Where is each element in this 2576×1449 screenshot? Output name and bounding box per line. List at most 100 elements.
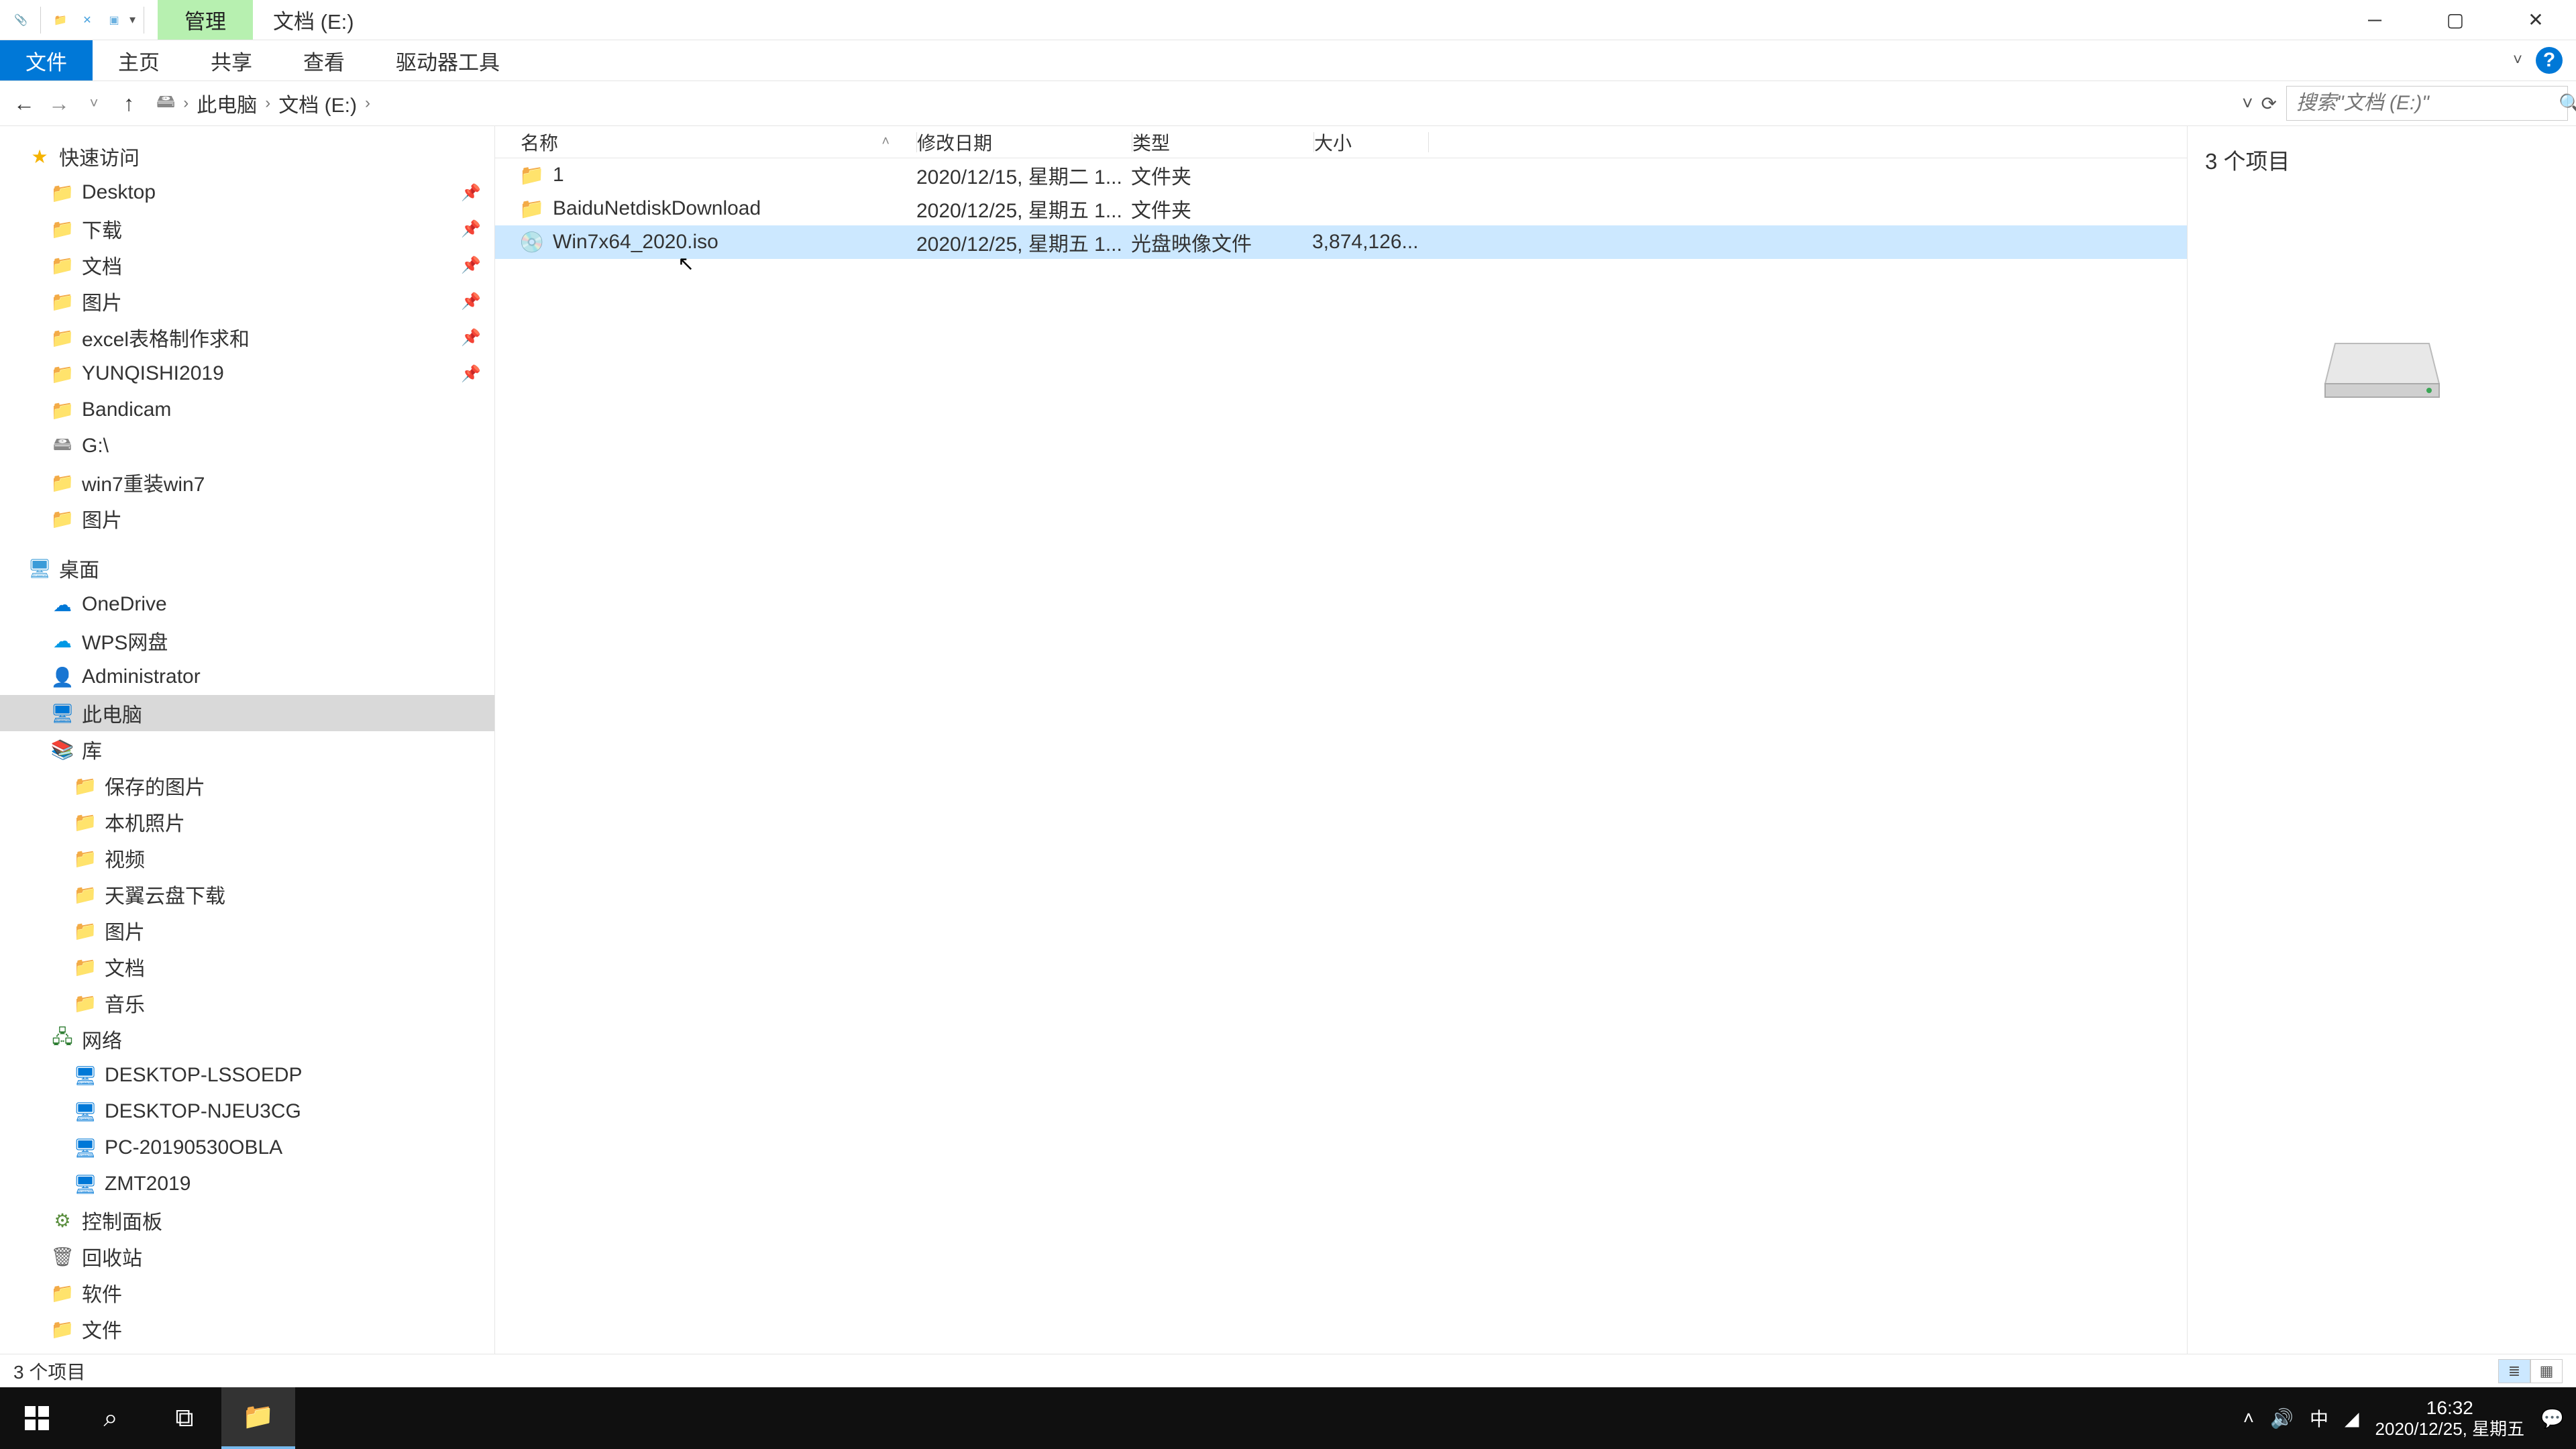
tree-item[interactable]: ☁WPS网盘 xyxy=(0,623,494,659)
tree-item[interactable]: 📁文件 xyxy=(0,1311,494,1347)
col-header-type[interactable]: 类型 xyxy=(1132,129,1313,156)
navigation-tree[interactable]: ★ 快速访问 📁Desktop📌📁下载📌📁文档📌📁图片📌📁excel表格制作求和… xyxy=(0,126,495,1354)
tree-item[interactable]: 📁excel表格制作求和📌 xyxy=(0,319,494,356)
col-header-date[interactable]: 修改日期 xyxy=(917,129,1132,156)
window-title: 文档 (E:) xyxy=(253,5,374,35)
refresh-icon[interactable]: ⟳ xyxy=(2261,93,2277,115)
tab-home[interactable]: 主页 xyxy=(93,40,185,80)
tree-item[interactable]: 📁视频 xyxy=(0,840,494,876)
tree-item[interactable]: 🖴G:\ xyxy=(0,428,494,464)
tree-item[interactable]: 🗑回收站 xyxy=(0,1238,494,1275)
tab-view[interactable]: 查看 xyxy=(278,40,370,80)
tree-item[interactable]: 📁win7重装win7 xyxy=(0,464,494,500)
breadcrumb[interactable]: 🖴 › 此电脑 › 文档 (E:) › xyxy=(148,86,2233,121)
tree-item[interactable]: 📁软件 xyxy=(0,1275,494,1311)
tree-item[interactable]: 🖥此电脑 xyxy=(0,695,494,731)
tree-label: 快速访问 xyxy=(59,142,140,171)
search-icon[interactable]: 🔍 xyxy=(2559,93,2576,115)
tree-item[interactable]: 🖥DESKTOP-NJEU3CG xyxy=(0,1093,494,1130)
tree-item[interactable]: 📁天翼云盘下载 xyxy=(0,876,494,912)
tab-share[interactable]: 共享 xyxy=(185,40,278,80)
tree-item[interactable]: 📁下载📌 xyxy=(0,211,494,247)
nav-forward-button[interactable]: → xyxy=(43,87,75,119)
pin-icon: 📌 xyxy=(461,328,481,347)
contextual-tab[interactable]: 管理 xyxy=(158,0,253,40)
view-large-icons-button[interactable]: ▦ xyxy=(2530,1359,2563,1383)
start-button[interactable] xyxy=(0,1387,74,1449)
file-rows[interactable]: 📁12020/12/15, 星期二 1...文件夹📁BaiduNetdiskDo… xyxy=(495,158,2187,1354)
tree-item[interactable]: ☁OneDrive xyxy=(0,586,494,623)
tree-item[interactable]: 📁音乐 xyxy=(0,985,494,1021)
breadcrumb-item[interactable]: 此电脑 xyxy=(197,89,257,118)
tree-label: 控制面板 xyxy=(82,1205,162,1235)
tree-label: win7重装win7 xyxy=(82,468,205,497)
explorer-taskbar-button[interactable]: 📁 xyxy=(221,1387,295,1449)
preview-pane: 3 个项目 xyxy=(2187,126,2576,1354)
file-row[interactable]: 📁BaiduNetdiskDownload2020/12/25, 星期五 1..… xyxy=(495,192,2187,225)
close-button[interactable]: ✕ xyxy=(2496,0,2576,40)
qat-new-folder-icon[interactable]: ▣ xyxy=(103,9,125,32)
folder-icon: 📁 xyxy=(51,1281,74,1304)
qat-close-icon[interactable]: ✕ xyxy=(76,9,99,32)
tree-label: 视频 xyxy=(105,843,145,873)
clock[interactable]: 16:32 2020/12/25, 星期五 xyxy=(2375,1397,2525,1440)
file-row[interactable]: 💿Win7x64_2020.iso2020/12/25, 星期五 1...光盘映… xyxy=(495,225,2187,259)
search-input[interactable] xyxy=(2296,92,2559,115)
tree-desktop[interactable]: 🖥 桌面 xyxy=(0,550,494,586)
tree-item[interactable]: 📁Desktop📌 xyxy=(0,174,494,211)
tree-item[interactable]: 📁Bandicam xyxy=(0,392,494,428)
tree-item[interactable]: 🖥PC-20190530OBLA xyxy=(0,1130,494,1166)
search-button[interactable]: ⌕ xyxy=(74,1387,148,1449)
ribbon-collapse-icon[interactable]: ˅ xyxy=(2513,51,2522,70)
tree-quick-access[interactable]: ★ 快速访问 xyxy=(0,138,494,174)
maximize-button[interactable]: ▢ xyxy=(2415,0,2496,40)
tree-item[interactable]: 📁图片📌 xyxy=(0,283,494,319)
volume-icon[interactable]: 🔊 xyxy=(2270,1407,2294,1430)
search-box[interactable]: 🔍 xyxy=(2286,86,2568,121)
qat-properties-icon[interactable]: 📁 xyxy=(49,9,72,32)
tree-item[interactable]: ⚙控制面板 xyxy=(0,1202,494,1238)
chevron-right-icon[interactable]: › xyxy=(361,94,374,113)
qat-dropdown-icon[interactable]: ▾ xyxy=(129,13,136,27)
tree-item[interactable]: 📁文档 xyxy=(0,949,494,985)
tree-label: Desktop xyxy=(82,181,156,204)
file-row[interactable]: 📁12020/12/15, 星期二 1...文件夹 xyxy=(495,158,2187,192)
tree-label: ZMT2019 xyxy=(105,1173,191,1195)
task-view-button[interactable]: ⧉ xyxy=(148,1387,221,1449)
tree-network[interactable]: 🖧 网络 xyxy=(0,1021,494,1057)
pin-icon: 📌 xyxy=(461,219,481,239)
minimize-button[interactable]: ─ xyxy=(2334,0,2415,40)
tree-item[interactable]: 📁图片 xyxy=(0,500,494,537)
tree-item[interactable]: 📁本机照片 xyxy=(0,804,494,840)
tab-file[interactable]: 文件 xyxy=(0,40,93,80)
tree-item[interactable]: 📁YUNQISHI2019📌 xyxy=(0,356,494,392)
pin-icon: 📌 xyxy=(461,292,481,311)
nav-back-button[interactable]: ← xyxy=(8,87,40,119)
tree-item[interactable]: 📁保存的图片 xyxy=(0,767,494,804)
chevron-right-icon[interactable]: › xyxy=(179,94,193,113)
tray-app-icon[interactable]: ◢ xyxy=(2345,1407,2359,1430)
chevron-right-icon[interactable]: › xyxy=(261,94,274,113)
nav-up-button[interactable]: ↑ xyxy=(113,87,145,119)
tree-item[interactable]: 👤Administrator xyxy=(0,659,494,695)
col-header-size[interactable]: 大小 xyxy=(1314,129,1428,156)
tree-label: 下载 xyxy=(82,214,122,244)
tree-item[interactable]: 🖥ZMT2019 xyxy=(0,1166,494,1202)
app-icon[interactable]: 📎 xyxy=(9,9,32,32)
tree-item[interactable]: 📁图片 xyxy=(0,912,494,949)
tab-drive-tools[interactable]: 驱动器工具 xyxy=(370,40,525,80)
help-icon[interactable]: ? xyxy=(2536,47,2563,74)
address-dropdown-icon[interactable]: ˅ xyxy=(2242,93,2253,114)
tree-item[interactable]: 📚库 xyxy=(0,731,494,767)
tree-item[interactable]: 🖥DESKTOP-LSSOEDP xyxy=(0,1057,494,1093)
view-details-button[interactable]: ≣ xyxy=(2498,1359,2530,1383)
tray-overflow-icon[interactable]: ˄ xyxy=(2243,1407,2254,1429)
ime-indicator[interactable]: 中 xyxy=(2310,1405,2328,1432)
breadcrumb-item[interactable]: 文档 (E:) xyxy=(278,89,357,118)
tree-label: Administrator xyxy=(82,665,201,688)
tree-item[interactable]: 📁文档📌 xyxy=(0,247,494,283)
tree-label: 保存的图片 xyxy=(105,771,205,800)
col-header-name[interactable]: 名称 ˄ xyxy=(521,129,916,156)
action-center-icon[interactable]: 💬 xyxy=(2540,1407,2564,1430)
nav-recent-dropdown[interactable]: ˅ xyxy=(78,87,110,119)
